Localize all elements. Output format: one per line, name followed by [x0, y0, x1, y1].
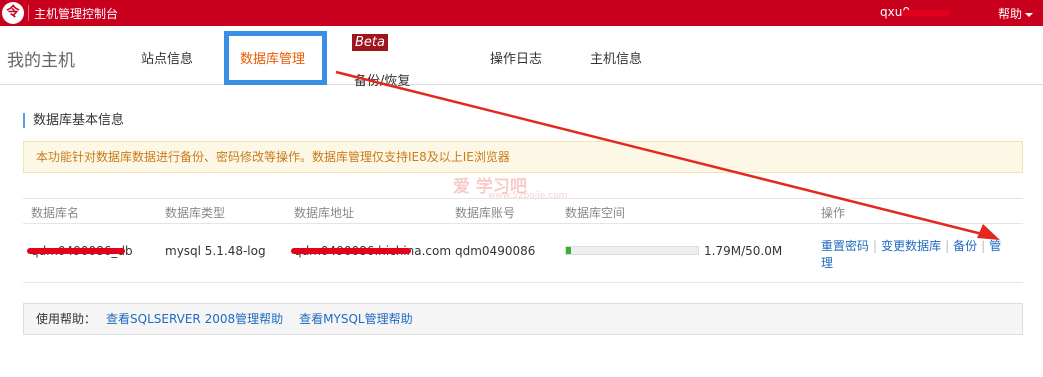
annotation-arrow-line: [335, 70, 991, 238]
annotation-arrow-icon: [335, 70, 1000, 240]
annotation-arrow-head: [977, 224, 1000, 240]
